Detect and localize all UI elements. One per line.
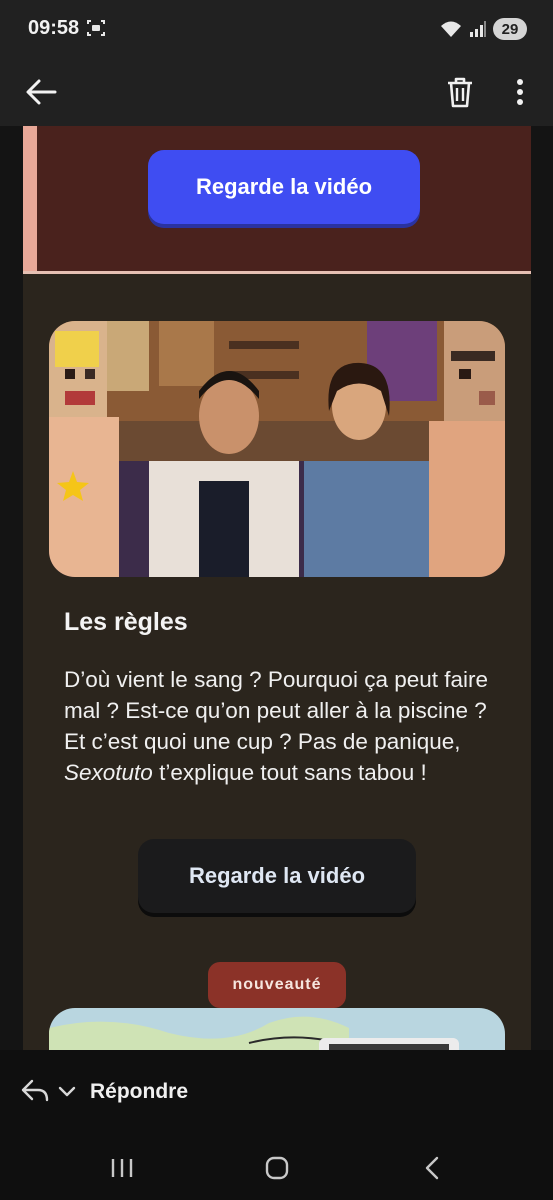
wifi-icon	[441, 21, 461, 37]
next-video-thumbnail[interactable]	[49, 1008, 505, 1050]
signal-icon	[470, 21, 486, 37]
arrow-left-icon	[26, 79, 57, 105]
new-badge: nouveauté	[208, 962, 346, 1008]
home-button[interactable]	[257, 1150, 297, 1186]
screen-record-icon	[87, 20, 105, 36]
status-bar: 09:58 29	[0, 0, 553, 58]
delete-button[interactable]	[438, 66, 482, 118]
card-description-text-end: t’explique tout sans tabou !	[152, 760, 427, 785]
app-bar	[0, 58, 553, 126]
recent-apps-button[interactable]	[102, 1150, 142, 1186]
system-nav-bar	[0, 1136, 553, 1200]
divider	[23, 271, 531, 274]
watch-video-button-top[interactable]: Regarde la vidéo	[148, 150, 420, 224]
reply-bar: Répondre	[0, 1050, 553, 1136]
card-description: D’où vient le sang ? Pourquoi ça peut fa…	[64, 664, 504, 788]
card-accent-border	[23, 126, 37, 274]
newsletter-column: Regarde la vidéo Les règles D’où vient l…	[23, 126, 531, 1050]
status-icons: 29	[439, 17, 527, 41]
system-back-button[interactable]	[412, 1150, 452, 1186]
recent-apps-icon	[111, 1159, 133, 1177]
more-vert-icon	[517, 79, 523, 105]
previous-card-footer: Regarde la vidéo	[23, 126, 531, 274]
next-video-thumbnail-image	[49, 1008, 505, 1050]
card-title: Les règles	[64, 608, 188, 636]
email-body[interactable]: Regarde la vidéo Les règles D’où vient l…	[0, 126, 553, 1050]
battery-indicator: 29	[493, 18, 527, 40]
trash-icon	[448, 77, 472, 108]
home-icon	[265, 1156, 289, 1180]
more-options-button[interactable]	[502, 66, 538, 118]
chevron-left-icon	[425, 1156, 439, 1180]
back-button[interactable]	[18, 66, 64, 118]
video-thumbnail[interactable]	[49, 321, 505, 577]
brand-name: Sexotuto	[64, 760, 153, 785]
video-thumbnail-image	[49, 321, 505, 577]
reply-button[interactable]: Répondre	[90, 1080, 188, 1104]
card-description-text: D’où vient le sang ? Pourquoi ça peut fa…	[64, 667, 489, 754]
reply-icon[interactable]	[20, 1078, 50, 1104]
watch-video-button[interactable]: Regarde la vidéo	[138, 839, 416, 913]
status-time: 09:58	[28, 17, 80, 39]
chevron-down-icon[interactable]	[56, 1080, 78, 1102]
